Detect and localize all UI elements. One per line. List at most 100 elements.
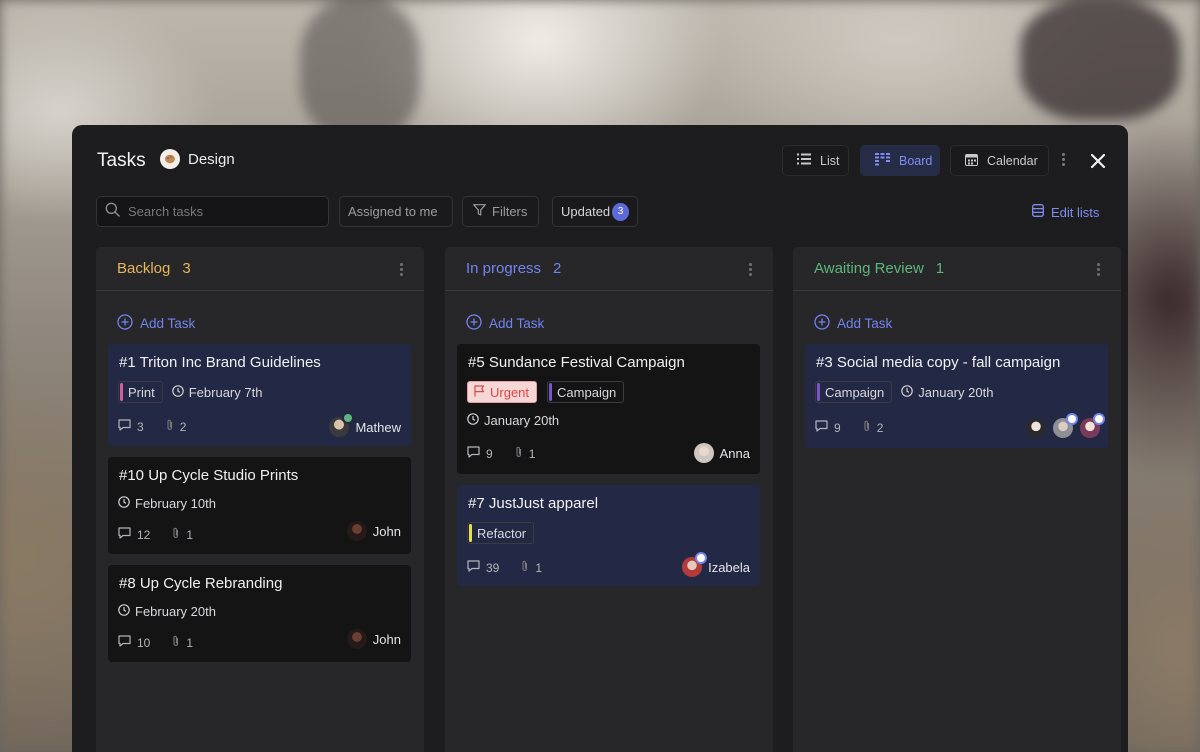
avatar (346, 521, 367, 541)
filters-button[interactable]: Filters (462, 196, 539, 227)
plus-circle-icon (117, 313, 133, 333)
project-selector[interactable]: Design (160, 149, 235, 169)
due-date-text: February 7th (188, 384, 263, 400)
due-date-text: January 20th (918, 384, 994, 400)
updated-button[interactable]: Updated 3 (552, 196, 638, 227)
comment-count: 9 (815, 420, 841, 435)
view-calendar-label: Calendar (987, 153, 1038, 168)
search-input[interactable] (128, 204, 318, 219)
task-card[interactable]: #8 Up Cycle Rebranding February 20th 10 … (108, 565, 411, 662)
updated-label: Updated (561, 204, 611, 219)
add-task-button[interactable]: Add Task (117, 313, 424, 333)
edit-lists-label: Edit lists (1051, 204, 1100, 220)
close-icon[interactable] (1088, 151, 1108, 171)
updated-count-badge: 3 (612, 202, 629, 221)
paperclip-icon (166, 419, 174, 434)
clock-icon (118, 604, 130, 619)
add-task-label: Add Task (837, 315, 893, 331)
comment-count: 12 (118, 527, 150, 542)
due-date: February 10th (118, 496, 216, 511)
priority-urgent[interactable]: Urgent (467, 381, 538, 403)
view-list-label: List (820, 153, 840, 168)
column-count: 3 (182, 260, 191, 277)
due-date: February 7th (171, 384, 263, 400)
tag-refactor[interactable]: Refactor (467, 522, 535, 544)
view-board-label: Board (899, 153, 933, 168)
comment-icon (118, 635, 131, 650)
calendar-icon (965, 153, 978, 169)
tag-print[interactable]: Print (118, 381, 163, 403)
task-card[interactable]: #1 Triton Inc Brand Guidelines Print Feb… (108, 344, 411, 446)
filters-label: Filters (492, 204, 528, 219)
clock-icon (118, 496, 130, 511)
paperclip-icon (515, 446, 523, 461)
filter-icon (473, 204, 486, 219)
column-count: 1 (935, 260, 945, 277)
plus-circle-icon (814, 313, 830, 333)
attachment-count: 1 (521, 560, 542, 575)
attachment-count: 1 (172, 527, 193, 542)
due-date: January 20th (467, 413, 559, 428)
page-title: Tasks (97, 150, 146, 171)
paperclip-icon (172, 635, 180, 650)
assignee[interactable]: John (346, 629, 401, 649)
view-board-button[interactable]: Board (860, 145, 940, 176)
column-count: 2 (553, 260, 562, 277)
task-card[interactable]: #3 Social media copy - fall campaign Cam… (805, 344, 1108, 448)
board-icon (875, 152, 890, 169)
avatar (693, 443, 714, 463)
assigned-to-me-button[interactable]: Assigned to me (339, 196, 453, 227)
comment-icon (467, 560, 480, 575)
due-date: January 20th (901, 385, 993, 400)
status-badge-icon (695, 552, 708, 564)
column-awaiting-review: Awaiting Review 1 Add Task #3 Social med… (793, 247, 1121, 752)
attachment-count: 2 (166, 419, 186, 434)
tag-campaign[interactable]: Campaign (547, 381, 625, 403)
avatar (1026, 418, 1046, 438)
column-header: In progress 2 (445, 247, 773, 291)
tag-campaign[interactable]: Campaign (815, 381, 893, 403)
column-header: Awaiting Review 1 (793, 247, 1121, 291)
attachment-count: 2 (863, 420, 883, 435)
add-task-button[interactable]: Add Task (466, 313, 773, 332)
flag-icon (474, 384, 485, 400)
view-list-button[interactable]: List (782, 145, 849, 176)
assignee[interactable]: Anna (693, 443, 750, 463)
modal-header: Tasks Design List Board Calendar (72, 125, 1128, 195)
paperclip-icon (521, 560, 529, 575)
project-name: Design (188, 150, 235, 168)
list-icon (797, 153, 811, 168)
assignee[interactable]: Izabela (682, 552, 750, 577)
column-title: Backlog (117, 260, 171, 277)
comment-icon (118, 419, 131, 434)
search-field[interactable] (96, 196, 329, 227)
avatar (1053, 413, 1078, 438)
column-in-progress: In progress 2 Add Task #5 Sundance Festi… (445, 247, 773, 752)
assignee[interactable]: John (346, 521, 401, 541)
avatar (329, 412, 355, 437)
edit-lists-link[interactable]: Edit lists (1032, 204, 1099, 220)
add-task-label: Add Task (140, 315, 196, 331)
assignee-group[interactable] (1026, 413, 1105, 438)
task-card[interactable]: #10 Up Cycle Studio Prints February 10th… (108, 457, 411, 554)
column-menu-icon[interactable] (400, 263, 404, 278)
more-options-icon[interactable] (1058, 153, 1068, 169)
task-card[interactable]: #7 JustJust apparel Refactor 39 1 Izabel… (457, 485, 760, 586)
task-card[interactable]: #5 Sundance Festival Campaign Urgent Cam… (457, 344, 760, 474)
column-menu-icon[interactable] (1097, 263, 1101, 278)
view-calendar-button[interactable]: Calendar (950, 145, 1049, 176)
due-date: February 20th (118, 604, 216, 619)
paperclip-icon (172, 527, 180, 542)
add-task-button[interactable]: Add Task (814, 313, 1121, 333)
task-title: #5 Sundance Festival Campaign (468, 354, 685, 371)
tasks-modal: Tasks Design List Board Calendar Search … (72, 125, 1128, 752)
comment-count: 9 (467, 446, 493, 461)
assignee-name: John (372, 523, 401, 539)
column-backlog: Backlog 3 Add Task #1 Triton Inc Brand G… (96, 247, 424, 752)
assignee[interactable]: Mathew (329, 412, 401, 437)
priority-label: Urgent (490, 384, 530, 400)
avatar (682, 552, 708, 577)
comment-count: 10 (118, 635, 150, 650)
column-title: In progress (466, 260, 542, 277)
column-menu-icon[interactable] (749, 263, 753, 278)
